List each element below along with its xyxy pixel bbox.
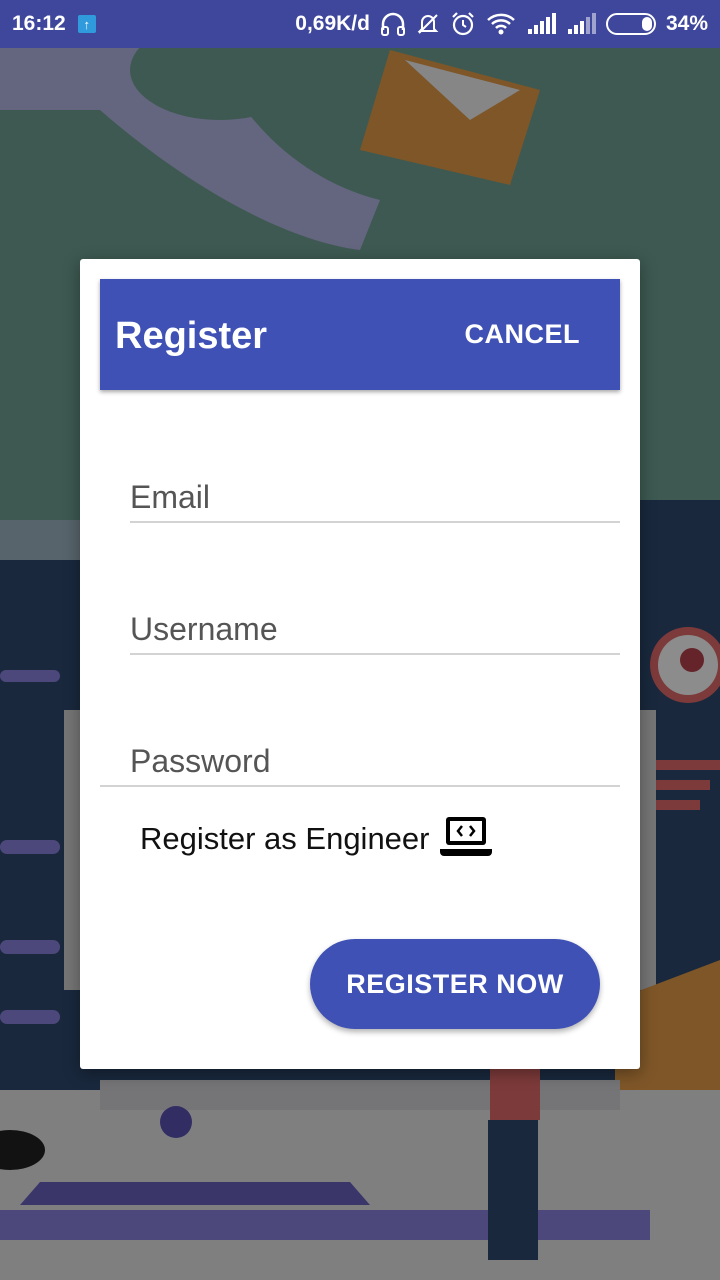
alarm-icon: [450, 11, 476, 37]
signal-icon: [526, 13, 556, 35]
username-field: [130, 595, 620, 655]
register-as-engineer-option[interactable]: Register as Engineer: [140, 815, 492, 862]
password-field: [100, 727, 620, 787]
signal-icon: [566, 13, 596, 35]
clock: 16:12: [12, 12, 66, 35]
status-bar: 16:12 ↑ 0,69K/d 34%: [0, 0, 720, 48]
headphones-icon: [380, 12, 406, 36]
username-input[interactable]: [130, 605, 620, 653]
password-input[interactable]: [130, 737, 620, 785]
upload-icon: ↑: [77, 15, 96, 33]
register-dialog: Register CANCEL Register as Engineer REG…: [80, 259, 640, 1069]
dialog-title: Register: [115, 315, 268, 357]
data-rate: 0,69K/d: [295, 12, 370, 35]
engineer-label: Register as Engineer: [140, 820, 430, 856]
email-input[interactable]: [130, 473, 620, 521]
register-now-button[interactable]: REGISTER NOW: [310, 939, 600, 1029]
dialog-header: Register CANCEL: [100, 279, 620, 390]
battery-percent: 34%: [665, 12, 708, 35]
battery-icon: [605, 13, 656, 35]
laptop-code-icon: [439, 815, 492, 862]
bell-off-icon: [416, 12, 440, 36]
cancel-button[interactable]: CANCEL: [465, 319, 581, 350]
wifi-icon: [486, 12, 516, 36]
email-field: [130, 463, 620, 523]
